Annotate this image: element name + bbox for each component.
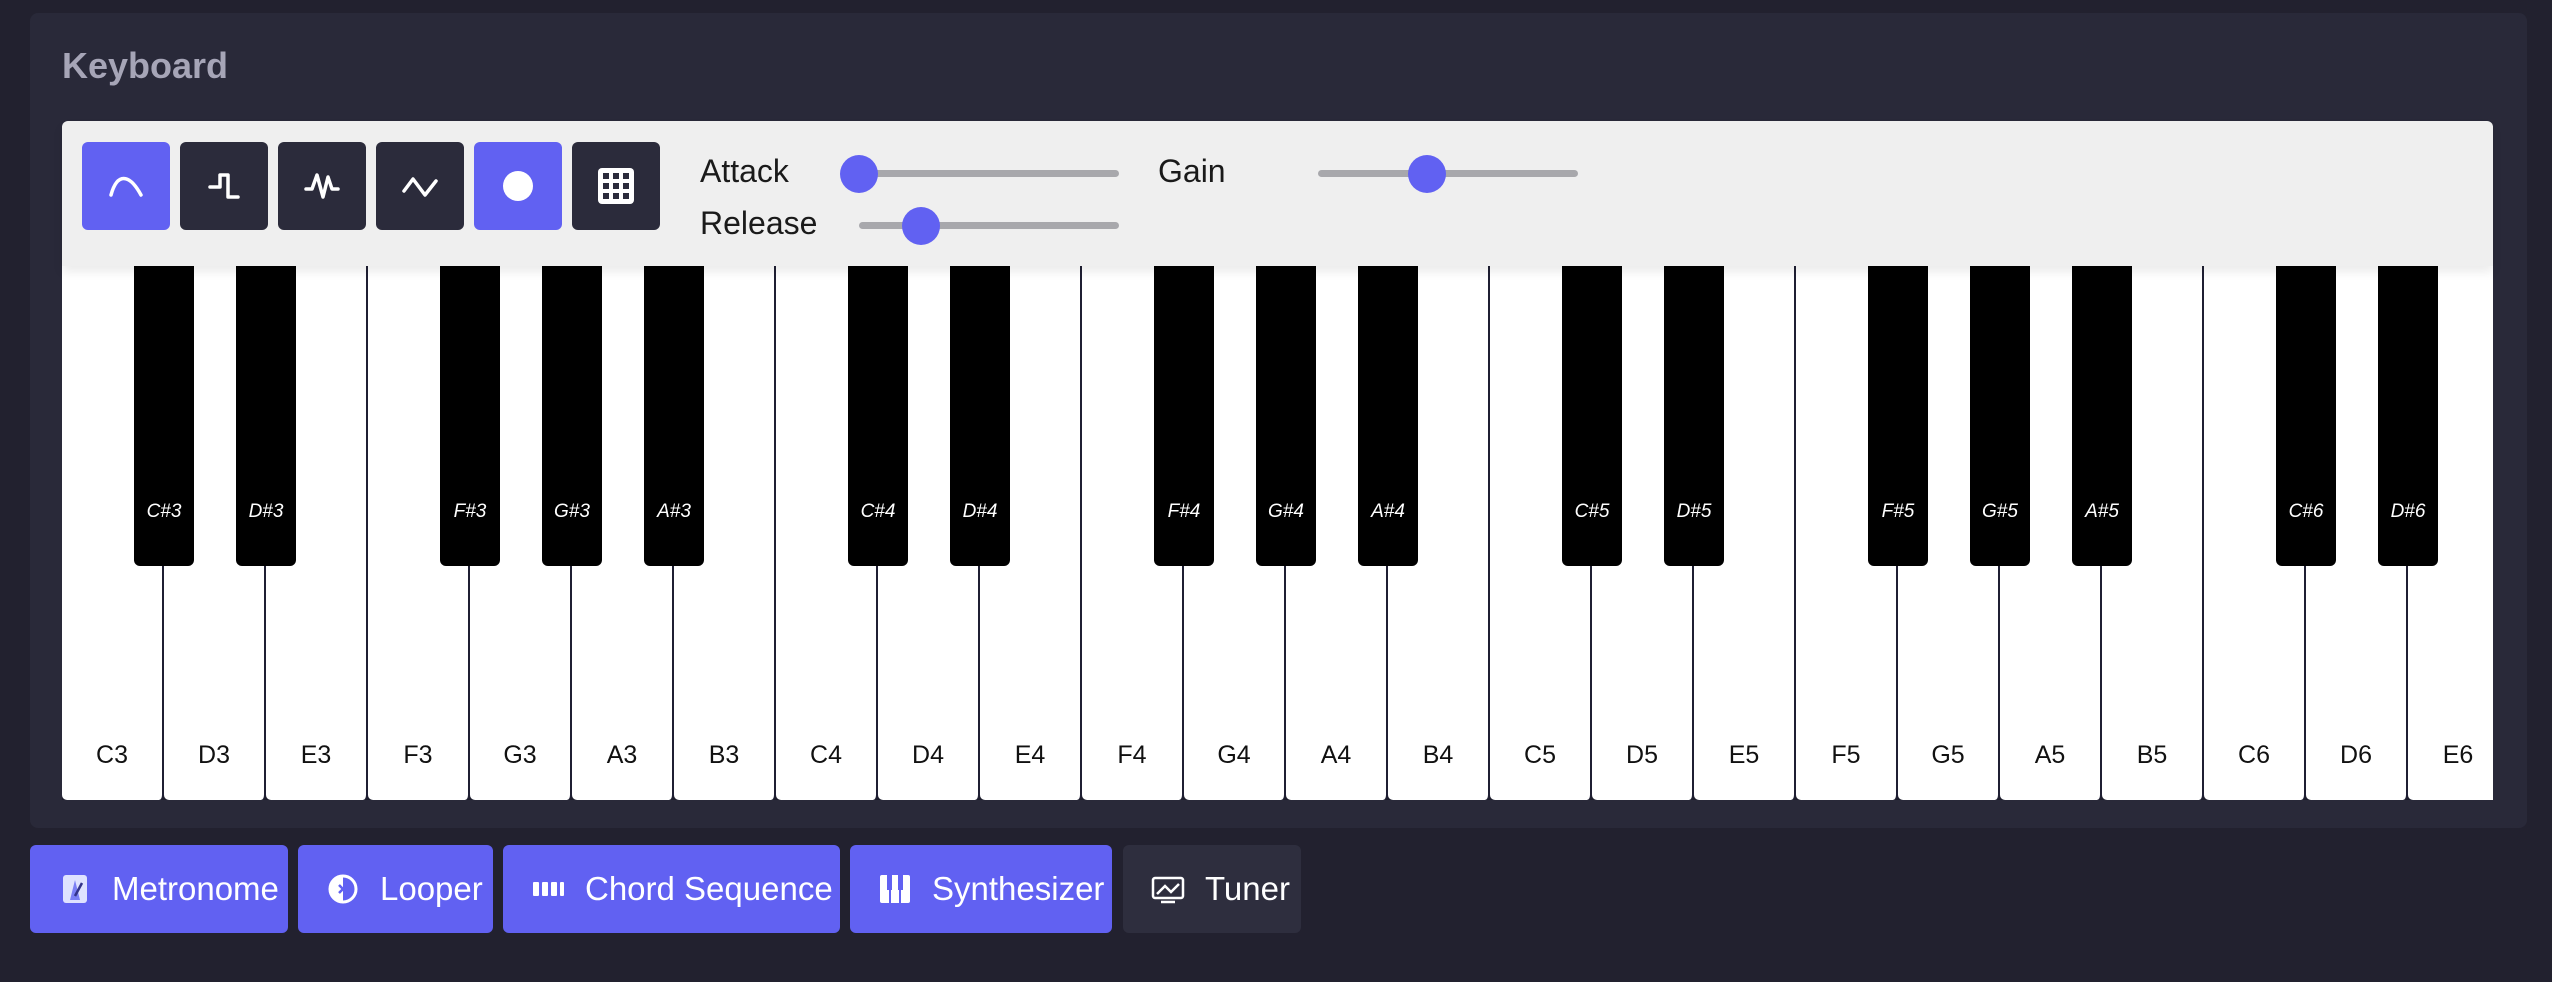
tab-tuner[interactable]: Tuner	[1123, 845, 1301, 933]
synthesizer-icon	[878, 872, 912, 906]
white-key-label: G4	[1217, 741, 1251, 769]
black-key-label: A#4	[1371, 501, 1405, 522]
gain-slider[interactable]	[1318, 154, 1578, 193]
white-key-label: C3	[96, 741, 128, 769]
white-key-label: B5	[2136, 741, 2168, 769]
chord-sequence-icon	[531, 872, 565, 906]
white-key-label: E4	[1014, 741, 1046, 769]
white-key-label: A3	[606, 741, 638, 769]
black-key-label: C#4	[860, 501, 896, 522]
black-key-c-sharp6[interactable]: C#6	[2276, 253, 2336, 566]
white-key-label: B4	[1422, 741, 1454, 769]
black-key-a-sharp4[interactable]: A#4	[1358, 253, 1418, 566]
white-key-label: B3	[708, 741, 740, 769]
white-key-label: C6	[2238, 741, 2270, 769]
record-icon	[503, 171, 533, 201]
black-key-label: D#3	[248, 501, 284, 522]
white-key-label: A5	[2034, 741, 2066, 769]
tab-metronome[interactable]: Metronome	[30, 845, 288, 933]
keyboard-panel: Keyboard Attack Release Gain C3 D3 E3 F3…	[30, 13, 2527, 828]
black-key-g-sharp5[interactable]: G#5	[1970, 253, 2030, 566]
white-key-label: D6	[2340, 741, 2372, 769]
white-key-label: C4	[810, 741, 842, 769]
white-key-label: G3	[503, 741, 537, 769]
tab-chord-sequence[interactable]: Chord Sequence	[503, 845, 840, 933]
sine-wave-button[interactable]	[82, 142, 170, 230]
attack-slider[interactable]	[840, 154, 1119, 193]
black-key-c-sharp3[interactable]: C#3	[134, 253, 194, 566]
black-key-a-sharp3[interactable]: A#3	[644, 253, 704, 566]
white-key-label: D4	[912, 741, 944, 769]
metronome-icon	[58, 872, 92, 906]
release-slider[interactable]	[859, 206, 1119, 245]
black-key-c-sharp4[interactable]: C#4	[848, 253, 908, 566]
black-key-d-sharp3[interactable]: D#3	[236, 253, 296, 566]
attack-label: Attack	[700, 153, 789, 189]
square-wave-button[interactable]	[180, 142, 268, 230]
black-key-label: F#3	[453, 501, 487, 522]
tab-label: Synthesizer	[932, 870, 1105, 907]
black-key-d-sharp4[interactable]: D#4	[950, 253, 1010, 566]
sawtooth-wave-button[interactable]	[278, 142, 366, 230]
black-key-label: D#4	[962, 501, 998, 522]
white-key-label: D3	[198, 741, 230, 769]
black-key-label: G#4	[1268, 501, 1304, 522]
black-key-label: G#3	[554, 501, 590, 522]
triangle-wave-button[interactable]	[376, 142, 464, 230]
tab-label: Metronome	[112, 870, 279, 907]
white-key-label: F5	[1831, 741, 1861, 769]
gain-slider-thumb[interactable]	[1408, 154, 1447, 193]
tab-looper[interactable]: Looper	[298, 845, 493, 933]
black-key-label: C#5	[1574, 501, 1610, 522]
attack-slider-thumb[interactable]	[840, 154, 878, 193]
black-key-label: A#5	[2085, 501, 2119, 522]
grid-button[interactable]	[572, 142, 660, 230]
synth-toolbar: Attack Release Gain	[62, 121, 2493, 266]
black-key-label: C#3	[146, 501, 182, 522]
white-key-label: F4	[1117, 741, 1147, 769]
tab-label: Chord Sequence	[585, 870, 833, 907]
looper-icon	[326, 872, 360, 906]
tuner-icon	[1151, 872, 1185, 906]
black-key-label: C#6	[2288, 501, 2324, 522]
tab-synthesizer[interactable]: Synthesizer	[850, 845, 1112, 933]
tab-label: Tuner	[1205, 870, 1290, 907]
panel-title: Keyboard	[62, 45, 229, 86]
release-slider-thumb[interactable]	[902, 206, 941, 245]
black-key-c-sharp5[interactable]: C#5	[1562, 253, 1622, 566]
white-key-label: G5	[1931, 741, 1965, 769]
black-key-label: F#4	[1167, 501, 1201, 522]
black-key-d-sharp6[interactable]: D#6	[2378, 253, 2438, 566]
release-label: Release	[700, 205, 818, 241]
sine-wave-icon	[109, 176, 143, 197]
sawtooth-wave-icon	[304, 173, 340, 199]
white-key-label: F3	[403, 741, 433, 769]
black-key-f-sharp4[interactable]: F#4	[1154, 253, 1214, 566]
black-key-f-sharp3[interactable]: F#3	[440, 253, 500, 566]
black-key-g-sharp3[interactable]: G#3	[542, 253, 602, 566]
black-key-label: F#5	[1881, 501, 1915, 522]
grid-icon	[598, 168, 634, 204]
gain-label: Gain	[1158, 153, 1226, 189]
tab-label: Looper	[380, 870, 483, 907]
black-key-f-sharp5[interactable]: F#5	[1868, 253, 1928, 566]
piano-keyboard: C3 D3 E3 F3 G3 A3 B3 C4 D4 E4 F4 G4 A4 B4 C5 D5 E5 F5 G5 A5…	[62, 253, 2493, 800]
white-key-label: E6	[2442, 741, 2474, 769]
black-key-label: D#5	[1676, 501, 1712, 522]
white-key-label: E5	[1728, 741, 1760, 769]
triangle-wave-icon	[402, 177, 438, 197]
white-key-label: C5	[1524, 741, 1556, 769]
white-key-label: A4	[1320, 741, 1352, 769]
white-key-label: D5	[1626, 741, 1658, 769]
black-key-label: D#6	[2390, 501, 2426, 522]
record-button[interactable]	[474, 142, 562, 230]
black-key-label: A#3	[657, 501, 691, 522]
white-key-label: E3	[300, 741, 332, 769]
black-key-g-sharp4[interactable]: G#4	[1256, 253, 1316, 566]
black-key-a-sharp5[interactable]: A#5	[2072, 253, 2132, 566]
black-key-d-sharp5[interactable]: D#5	[1664, 253, 1724, 566]
square-wave-icon	[208, 173, 240, 199]
black-key-label: G#5	[1982, 501, 2018, 522]
